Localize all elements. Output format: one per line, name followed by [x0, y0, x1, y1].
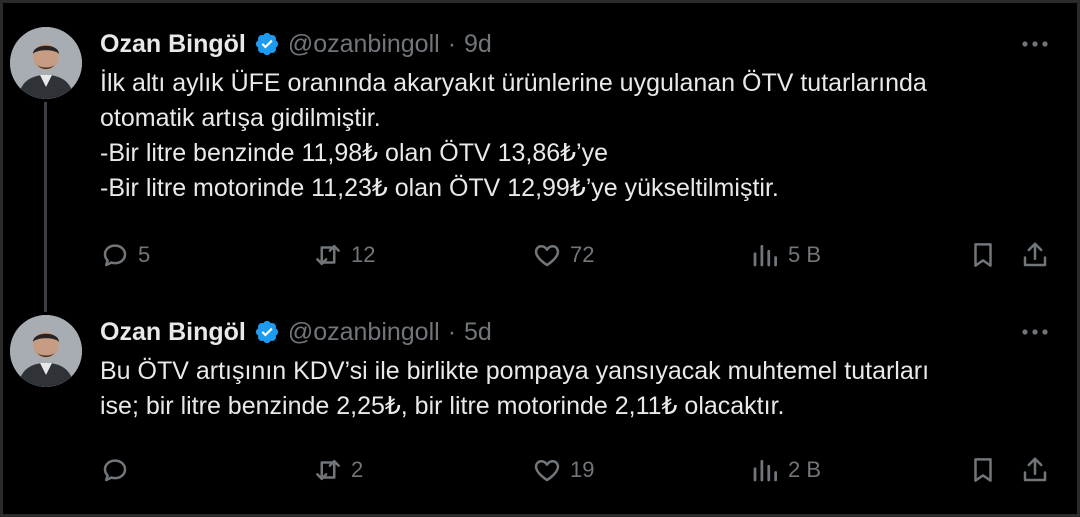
separator-dot: ·	[447, 317, 457, 346]
thread-connector-line	[44, 102, 47, 312]
author-handle[interactable]: @ozanbingoll	[288, 30, 440, 59]
view-count: 2 B	[788, 457, 822, 482]
reply-button[interactable]: 5	[100, 235, 150, 275]
views-button[interactable]: 5 B	[750, 235, 821, 275]
tweet-text-line: -Bir litre benzinde 11,98₺ olan ÖTV 13,8…	[100, 139, 609, 167]
bookmark-button[interactable]	[968, 450, 998, 490]
retweet-button[interactable]: 12	[313, 235, 375, 275]
analytics-icon	[753, 244, 777, 267]
bookmark-icon	[974, 458, 992, 482]
avatar[interactable]	[10, 27, 82, 99]
tweet-actions: 5 12 72 5 B	[100, 235, 1060, 275]
reply-icon	[103, 244, 127, 267]
bookmark-button[interactable]	[968, 235, 998, 275]
tweet[interactable]: Ozan Bingöl @ozanbingoll · 5d Bu ÖTV art…	[0, 300, 1080, 517]
more-options-icon[interactable]	[1018, 34, 1052, 54]
tweet-text-line: Bu ÖTV artışının KDV’si ile birlikte pom…	[100, 357, 930, 385]
views-button[interactable]: 2 B	[750, 450, 821, 490]
separator-dot: ·	[447, 29, 457, 58]
verified-badge-icon	[254, 319, 280, 345]
share-button[interactable]	[1020, 450, 1050, 490]
view-count: 5 B	[788, 242, 822, 267]
share-icon	[1023, 457, 1047, 482]
tweet[interactable]: Ozan Bingöl @ozanbingoll · 9d İlk altı a…	[0, 0, 1080, 312]
tweet-actions: 2 19 2 B	[100, 450, 1060, 490]
like-count: 19	[570, 457, 595, 482]
tweet-text-line: otomatik artışa gidilmiştir.	[100, 104, 381, 132]
reply-icon	[103, 459, 127, 482]
retweet-icon	[316, 460, 340, 480]
timestamp[interactable]: 5d	[464, 318, 492, 347]
tweet-header: Ozan Bingöl @ozanbingoll · 9d	[100, 27, 492, 61]
tweet-text: Bu ÖTV artışının KDV’si ile birlikte pom…	[100, 354, 1060, 424]
author-name[interactable]: Ozan Bingöl	[100, 30, 246, 59]
like-button[interactable]: 19	[532, 450, 594, 490]
like-count: 72	[570, 242, 595, 267]
reply-count: 5	[138, 242, 151, 267]
share-button[interactable]	[1020, 235, 1050, 275]
heart-icon	[534, 460, 560, 482]
retweet-button[interactable]: 2	[313, 450, 363, 490]
tweet-text-line: -Bir litre motorinde 11,23₺ olan ÖTV 12,…	[100, 174, 779, 202]
heart-icon	[534, 245, 560, 267]
author-handle[interactable]: @ozanbingoll	[288, 318, 440, 347]
more-options-icon[interactable]	[1018, 322, 1052, 342]
retweet-icon	[316, 245, 340, 265]
author-name[interactable]: Ozan Bingöl	[100, 318, 246, 347]
tweet-text: İlk altı aylık ÜFE oranında akaryakıt ür…	[100, 66, 1060, 206]
like-button[interactable]: 72	[532, 235, 594, 275]
tweet-header: Ozan Bingöl @ozanbingoll · 5d	[100, 315, 492, 349]
bookmark-icon	[974, 243, 992, 267]
verified-badge-icon	[254, 31, 280, 57]
retweet-count: 2	[351, 457, 364, 482]
analytics-icon	[753, 459, 777, 482]
retweet-count: 12	[351, 242, 376, 267]
reply-button[interactable]	[100, 450, 138, 490]
timestamp[interactable]: 9d	[464, 30, 492, 59]
tweet-text-line: ise; bir litre benzinde 2,25₺, bir litre…	[100, 392, 785, 420]
avatar[interactable]	[10, 315, 82, 387]
tweet-text-line: İlk altı aylık ÜFE oranında akaryakıt ür…	[100, 69, 927, 97]
share-icon	[1023, 242, 1047, 267]
